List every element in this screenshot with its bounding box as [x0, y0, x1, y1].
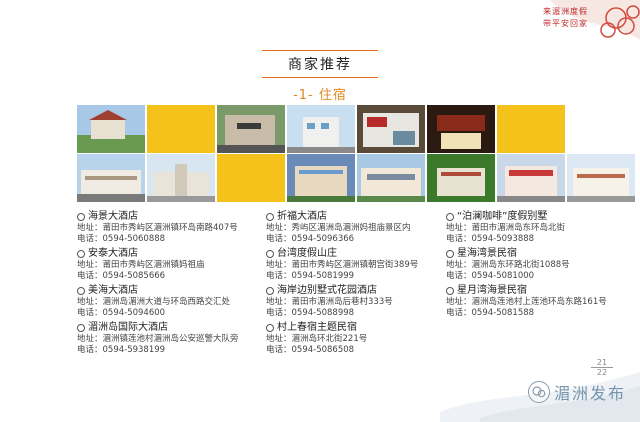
- bullet-icon: [266, 323, 274, 332]
- hotel-name-text: 湄洲岛国际大酒店: [88, 322, 168, 333]
- hotel-name[interactable]: 美海大酒店: [77, 284, 262, 297]
- hotel-photo: [567, 154, 635, 202]
- hotel-photo: [427, 154, 495, 202]
- hotel-name[interactable]: 海岸边别墅式花园酒店: [266, 284, 446, 297]
- hotel-address: 地址：莆田市湄洲岛东环岛北街: [446, 223, 566, 233]
- watermark-text: 湄洲发布: [553, 384, 626, 403]
- yellow-block: [217, 154, 285, 202]
- hotel-photo: [357, 154, 425, 202]
- hotel-entry: 安泰大酒店 地址：莆田市秀屿区湄洲镇妈祖庙 电话：0594-5085666: [77, 247, 262, 282]
- bullet-icon: [77, 323, 85, 332]
- page-current: 21: [596, 358, 608, 367]
- hotel-photo: [77, 105, 145, 153]
- hotel-list-column-1: 海景大酒店 地址：莆田市秀屿区湄洲镇环岛南路407号 电话：0594-50608…: [77, 210, 262, 358]
- hotel-address: 地址：湄洲岛莲池村上莲池环岛东路161号: [446, 297, 607, 307]
- hotel-phone: 电话：0594-5093888: [446, 234, 535, 244]
- hotel-photo: [217, 105, 285, 153]
- hotel-photo: [497, 154, 565, 202]
- slogan: 来湄洲度假 带平安回家: [543, 6, 588, 30]
- hotel-entry: “泊澜咖啡”度假别墅 地址：莆田市湄洲岛东环岛北街 电话：0594-509388…: [446, 210, 636, 245]
- page-number: 21 22: [591, 358, 613, 377]
- photo-row-2: [77, 154, 635, 202]
- hotel-photo: [77, 154, 145, 202]
- bullet-icon: [266, 212, 274, 221]
- hotel-entry: 海景大酒店 地址：莆田市秀屿区湄洲镇环岛南路407号 电话：0594-50608…: [77, 210, 262, 245]
- hotel-name-text: 海景大酒店: [88, 211, 138, 222]
- hotel-photo: [287, 105, 355, 153]
- yellow-block: [497, 105, 565, 153]
- bullet-icon: [266, 249, 274, 258]
- hotel-name-text: 海岸边别墅式花园酒店: [277, 285, 377, 296]
- hotel-address: 地址：莆田市秀屿区湄洲镇妈祖庙: [77, 260, 205, 270]
- slogan-line-1: 来湄洲度假: [543, 7, 588, 16]
- hotel-entry: 村上春宿主题民宿 地址：湄洲岛环北街221号 电话：0594-5086508: [266, 321, 446, 356]
- hotel-name[interactable]: 村上春宿主题民宿: [266, 321, 446, 334]
- hotel-entry: 湄洲岛国际大酒店 地址：湄洲镇莲池村湄洲岛公安巡警大队旁 电话：0594-593…: [77, 321, 262, 356]
- hotel-phone: 电话：0594-5094600: [77, 308, 166, 318]
- bullet-icon: [77, 286, 85, 295]
- hotel-phone: 电话：0594-5096366: [266, 234, 355, 244]
- hotel-entry: 星海湾景民宿 地址：湄洲岛东环路北街1088号 电话：0594-5081000: [446, 247, 636, 282]
- hotel-address: 地址：莆田市湄洲岛后巷村333号: [266, 297, 393, 307]
- hotel-phone: 电话：0594-5060888: [77, 234, 166, 244]
- hotel-address: 地址：湄洲镇莲池村湄洲岛公安巡警大队旁: [77, 334, 239, 344]
- hotel-name-text: 村上春宿主题民宿: [277, 322, 357, 333]
- hotel-name-text: 星月湾海景民宿: [457, 285, 527, 296]
- bullet-icon: [446, 286, 454, 295]
- bullet-icon: [77, 249, 85, 258]
- hotel-name[interactable]: 星月湾海景民宿: [446, 284, 636, 297]
- hotel-name[interactable]: “泊澜咖啡”度假别墅: [446, 210, 636, 223]
- hotel-phone: 电话：0594-5085666: [77, 271, 166, 281]
- bullet-icon: [77, 212, 85, 221]
- hotel-name[interactable]: 台湾度假山庄: [266, 247, 446, 260]
- hotel-address: 地址：湄洲岛环北街221号: [266, 334, 368, 344]
- hotel-name-text: 星海湾景民宿: [457, 248, 517, 259]
- bullet-icon: [446, 212, 454, 221]
- hotel-phone: 电话：0594-5081000: [446, 271, 535, 281]
- title-frame: 商家推荐: [262, 50, 378, 78]
- hotel-photo: [427, 105, 495, 153]
- hotel-phone: 电话：0594-5081588: [446, 308, 535, 318]
- hotel-phone: 电话：0594-5938199: [77, 345, 166, 355]
- hotel-list-column-3: “泊澜咖啡”度假别墅 地址：莆田市湄洲岛东环岛北街 电话：0594-509388…: [446, 210, 636, 321]
- hotel-entry: 折福大酒店 地址：秀屿区湄洲岛湄洲妈祖庙景区内 电话：0594-5096366: [266, 210, 446, 245]
- hotel-phone: 电话：0594-5081999: [266, 271, 355, 281]
- bullet-icon: [266, 286, 274, 295]
- bullet-icon: [446, 249, 454, 258]
- hotel-name[interactable]: 安泰大酒店: [77, 247, 262, 260]
- photo-row-1: [77, 105, 565, 153]
- hotel-list-column-2: 折福大酒店 地址：秀屿区湄洲岛湄洲妈祖庙景区内 电话：0594-5096366 …: [266, 210, 446, 358]
- wechat-logo-icon: [527, 381, 550, 403]
- hotel-name-text: 折福大酒店: [277, 211, 327, 222]
- hotel-entry: 星月湾海景民宿 地址：湄洲岛莲池村上莲池环岛东路161号 电话：0594-508…: [446, 284, 636, 319]
- hotel-entry: 美海大酒店 地址：湄洲岛湄洲大道与环岛西路交汇处 电话：0594-5094600: [77, 284, 262, 319]
- hotel-address: 地址：湄洲岛湄洲大道与环岛西路交汇处: [77, 297, 231, 307]
- watermark: 湄洲发布: [527, 380, 626, 404]
- hotel-name-text: 安泰大酒店: [88, 248, 138, 259]
- hotel-address: 地址：莆田市秀屿区湄洲镇朝宫街389号: [266, 260, 419, 270]
- page-title: 商家推荐: [288, 57, 352, 73]
- hotel-name[interactable]: 折福大酒店: [266, 210, 446, 223]
- hotel-name[interactable]: 星海湾景民宿: [446, 247, 636, 260]
- hotel-name-text: “泊澜咖啡”度假别墅: [457, 211, 548, 222]
- hotel-name-text: 美海大酒店: [88, 285, 138, 296]
- hotel-address: 地址：湄洲岛东环路北街1088号: [446, 260, 570, 270]
- hotel-entry: 海岸边别墅式花园酒店 地址：莆田市湄洲岛后巷村333号 电话：0594-5088…: [266, 284, 446, 319]
- section-subtitle: -1- 住宿: [293, 88, 347, 103]
- hotel-address: 地址：秀屿区湄洲岛湄洲妈祖庙景区内: [266, 223, 411, 233]
- hotel-name[interactable]: 湄洲岛国际大酒店: [77, 321, 262, 334]
- yellow-block: [147, 105, 215, 153]
- hotel-photo: [357, 105, 425, 153]
- page-total: 22: [591, 367, 613, 377]
- hotel-name[interactable]: 海景大酒店: [77, 210, 262, 223]
- hotel-address: 地址：莆田市秀屿区湄洲镇环岛南路407号: [77, 223, 238, 233]
- hotel-photo: [147, 154, 215, 202]
- slogan-line-2: 带平安回家: [543, 19, 588, 28]
- slide: 来湄洲度假 带平安回家 商家推荐 -1- 住宿 海景大酒店 地址：莆田市秀屿区湄…: [0, 0, 640, 422]
- hotel-name-text: 台湾度假山庄: [277, 248, 337, 259]
- hotel-phone: 电话：0594-5088998: [266, 308, 355, 318]
- hotel-entry: 台湾度假山庄 地址：莆田市秀屿区湄洲镇朝宫街389号 电话：0594-50819…: [266, 247, 446, 282]
- hotel-phone: 电话：0594-5086508: [266, 345, 355, 355]
- hotel-photo: [287, 154, 355, 202]
